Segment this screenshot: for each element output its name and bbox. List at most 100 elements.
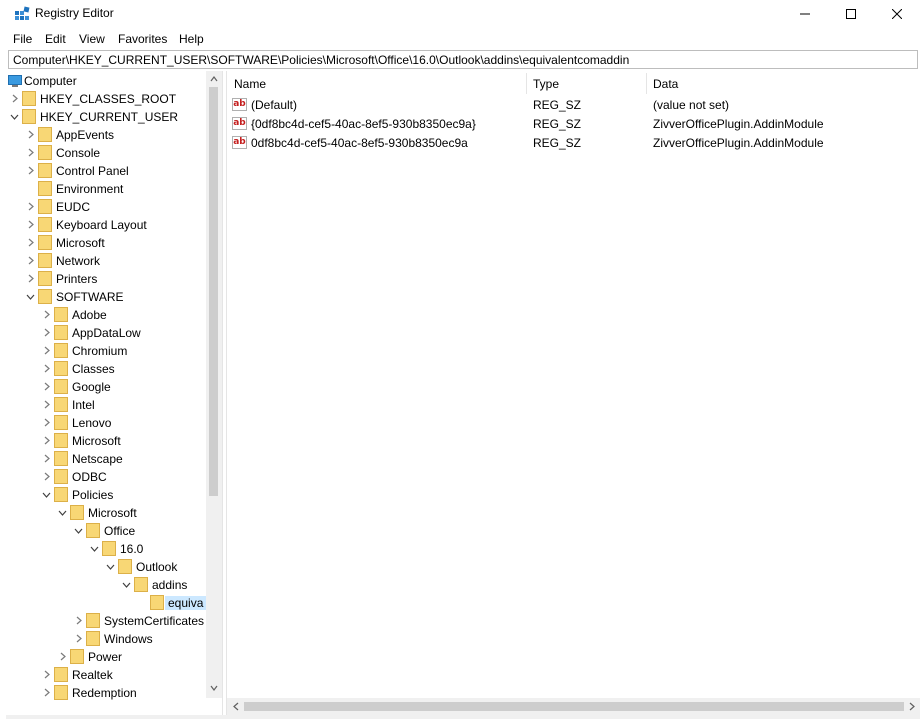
chevron-right-icon[interactable] bbox=[42, 454, 51, 463]
folder-icon bbox=[54, 397, 68, 412]
registry-editor-window: Registry Editor File Edit View Favorites… bbox=[6, 0, 920, 719]
scroll-left-arrow-icon[interactable] bbox=[232, 702, 240, 711]
title-bar[interactable]: Registry Editor bbox=[6, 0, 920, 28]
folder-icon bbox=[54, 379, 68, 394]
computer-icon bbox=[8, 75, 22, 87]
column-divider[interactable] bbox=[646, 73, 647, 94]
chevron-right-icon[interactable] bbox=[26, 148, 35, 157]
column-header-name[interactable]: Name bbox=[234, 77, 266, 91]
menu-file[interactable]: File bbox=[13, 32, 32, 46]
tree-item-label: Windows bbox=[104, 632, 153, 646]
chevron-right-icon[interactable] bbox=[26, 202, 35, 211]
value-data: ZivverOfficePlugin.AddinModule bbox=[653, 136, 824, 150]
chevron-right-icon[interactable] bbox=[42, 346, 51, 355]
folder-icon bbox=[38, 253, 52, 268]
chevron-right-icon[interactable] bbox=[26, 238, 35, 247]
tree-item-label: Realtek bbox=[72, 668, 113, 682]
address-path: Computer\HKEY_CURRENT_USER\SOFTWARE\Poli… bbox=[13, 53, 630, 67]
chevron-right-icon[interactable] bbox=[42, 328, 51, 337]
value-row[interactable]: ab (Default) REG_SZ (value not set) bbox=[227, 96, 920, 115]
chevron-down-icon[interactable] bbox=[42, 490, 51, 499]
tree-item-label: SOFTWARE bbox=[56, 290, 124, 304]
scroll-down-arrow-icon[interactable] bbox=[210, 684, 218, 692]
folder-icon bbox=[54, 307, 68, 322]
tree-item-label: Console bbox=[56, 146, 101, 160]
chevron-down-icon[interactable] bbox=[10, 112, 19, 121]
chevron-right-icon[interactable] bbox=[42, 418, 51, 427]
chevron-right-icon[interactable] bbox=[42, 400, 51, 409]
tree-item-label: Redemption bbox=[72, 686, 137, 700]
column-header-data[interactable]: Data bbox=[653, 77, 678, 91]
folder-icon bbox=[118, 559, 132, 574]
maximize-icon bbox=[846, 9, 856, 19]
folder-icon bbox=[54, 415, 68, 430]
menu-help[interactable]: Help bbox=[179, 32, 204, 46]
tree-item-label: Computer bbox=[24, 74, 77, 88]
tree-item-label: Intel bbox=[72, 398, 95, 412]
chevron-right-icon[interactable] bbox=[42, 382, 51, 391]
value-row[interactable]: ab 0df8bc4d-cef5-40ac-8ef5-930b8350ec9a … bbox=[227, 134, 920, 153]
chevron-right-icon[interactable] bbox=[26, 166, 35, 175]
folder-icon bbox=[22, 91, 36, 106]
chevron-down-icon[interactable] bbox=[58, 508, 67, 517]
minimize-icon bbox=[800, 13, 810, 15]
folder-icon bbox=[38, 271, 52, 286]
values-horizontal-scrollbar[interactable] bbox=[227, 698, 920, 715]
minimize-button[interactable] bbox=[782, 0, 828, 28]
tree-item-label: Microsoft bbox=[72, 434, 121, 448]
chevron-down-icon[interactable] bbox=[106, 562, 115, 571]
address-bar[interactable]: Computer\HKEY_CURRENT_USER\SOFTWARE\Poli… bbox=[8, 50, 918, 69]
tree-item-label: SystemCertificates bbox=[104, 614, 205, 628]
tree-vertical-scrollbar[interactable] bbox=[206, 71, 222, 698]
chevron-right-icon[interactable] bbox=[42, 436, 51, 445]
chevron-right-icon[interactable] bbox=[42, 310, 51, 319]
folder-icon bbox=[70, 505, 84, 520]
folder-icon bbox=[54, 451, 68, 466]
chevron-right-icon[interactable] bbox=[58, 652, 67, 661]
folder-icon bbox=[54, 685, 68, 700]
tree-item-label: Netscape bbox=[72, 452, 123, 466]
tree-item-label: Environment bbox=[56, 182, 124, 196]
folder-icon bbox=[54, 361, 68, 376]
tree-item-label: AppEvents bbox=[56, 128, 115, 142]
folder-icon bbox=[38, 145, 52, 160]
chevron-right-icon[interactable] bbox=[26, 256, 35, 265]
tree-scrollbar-thumb[interactable] bbox=[209, 87, 218, 496]
chevron-right-icon[interactable] bbox=[74, 616, 83, 625]
chevron-right-icon[interactable] bbox=[42, 472, 51, 481]
chevron-down-icon[interactable] bbox=[74, 526, 83, 535]
values-scrollbar-thumb[interactable] bbox=[244, 702, 904, 711]
string-value-icon: ab bbox=[232, 98, 247, 111]
menu-edit[interactable]: Edit bbox=[45, 32, 66, 46]
chevron-right-icon[interactable] bbox=[26, 220, 35, 229]
value-name: (Default) bbox=[251, 98, 298, 112]
tree-item-label: Lenovo bbox=[72, 416, 112, 430]
folder-icon bbox=[70, 649, 84, 664]
column-divider[interactable] bbox=[526, 73, 527, 94]
chevron-right-icon[interactable] bbox=[42, 670, 51, 679]
value-row[interactable]: ab {0df8bc4d-cef5-40ac-8ef5-930b8350ec9a… bbox=[227, 115, 920, 134]
chevron-down-icon[interactable] bbox=[122, 580, 131, 589]
chevron-right-icon[interactable] bbox=[42, 364, 51, 373]
scroll-right-arrow-icon[interactable] bbox=[908, 702, 916, 711]
folder-icon bbox=[54, 667, 68, 682]
chevron-right-icon[interactable] bbox=[10, 94, 19, 103]
close-icon bbox=[892, 9, 902, 19]
value-data: (value not set) bbox=[653, 98, 730, 112]
column-header-type[interactable]: Type bbox=[533, 77, 559, 91]
close-button[interactable] bbox=[874, 0, 920, 28]
folder-icon bbox=[38, 163, 52, 178]
chevron-down-icon[interactable] bbox=[90, 544, 99, 553]
menu-favorites[interactable]: Favorites bbox=[118, 32, 167, 46]
menu-view[interactable]: View bbox=[79, 32, 105, 46]
chevron-right-icon[interactable] bbox=[26, 274, 35, 283]
chevron-right-icon[interactable] bbox=[74, 634, 83, 643]
chevron-down-icon[interactable] bbox=[26, 292, 35, 301]
chevron-right-icon[interactable] bbox=[26, 130, 35, 139]
string-value-icon: ab bbox=[232, 136, 247, 149]
folder-icon bbox=[102, 541, 116, 556]
tree-item-label: Outlook bbox=[136, 560, 178, 574]
scroll-up-arrow-icon[interactable] bbox=[210, 75, 218, 83]
maximize-button[interactable] bbox=[828, 0, 874, 28]
chevron-right-icon[interactable] bbox=[42, 688, 51, 697]
